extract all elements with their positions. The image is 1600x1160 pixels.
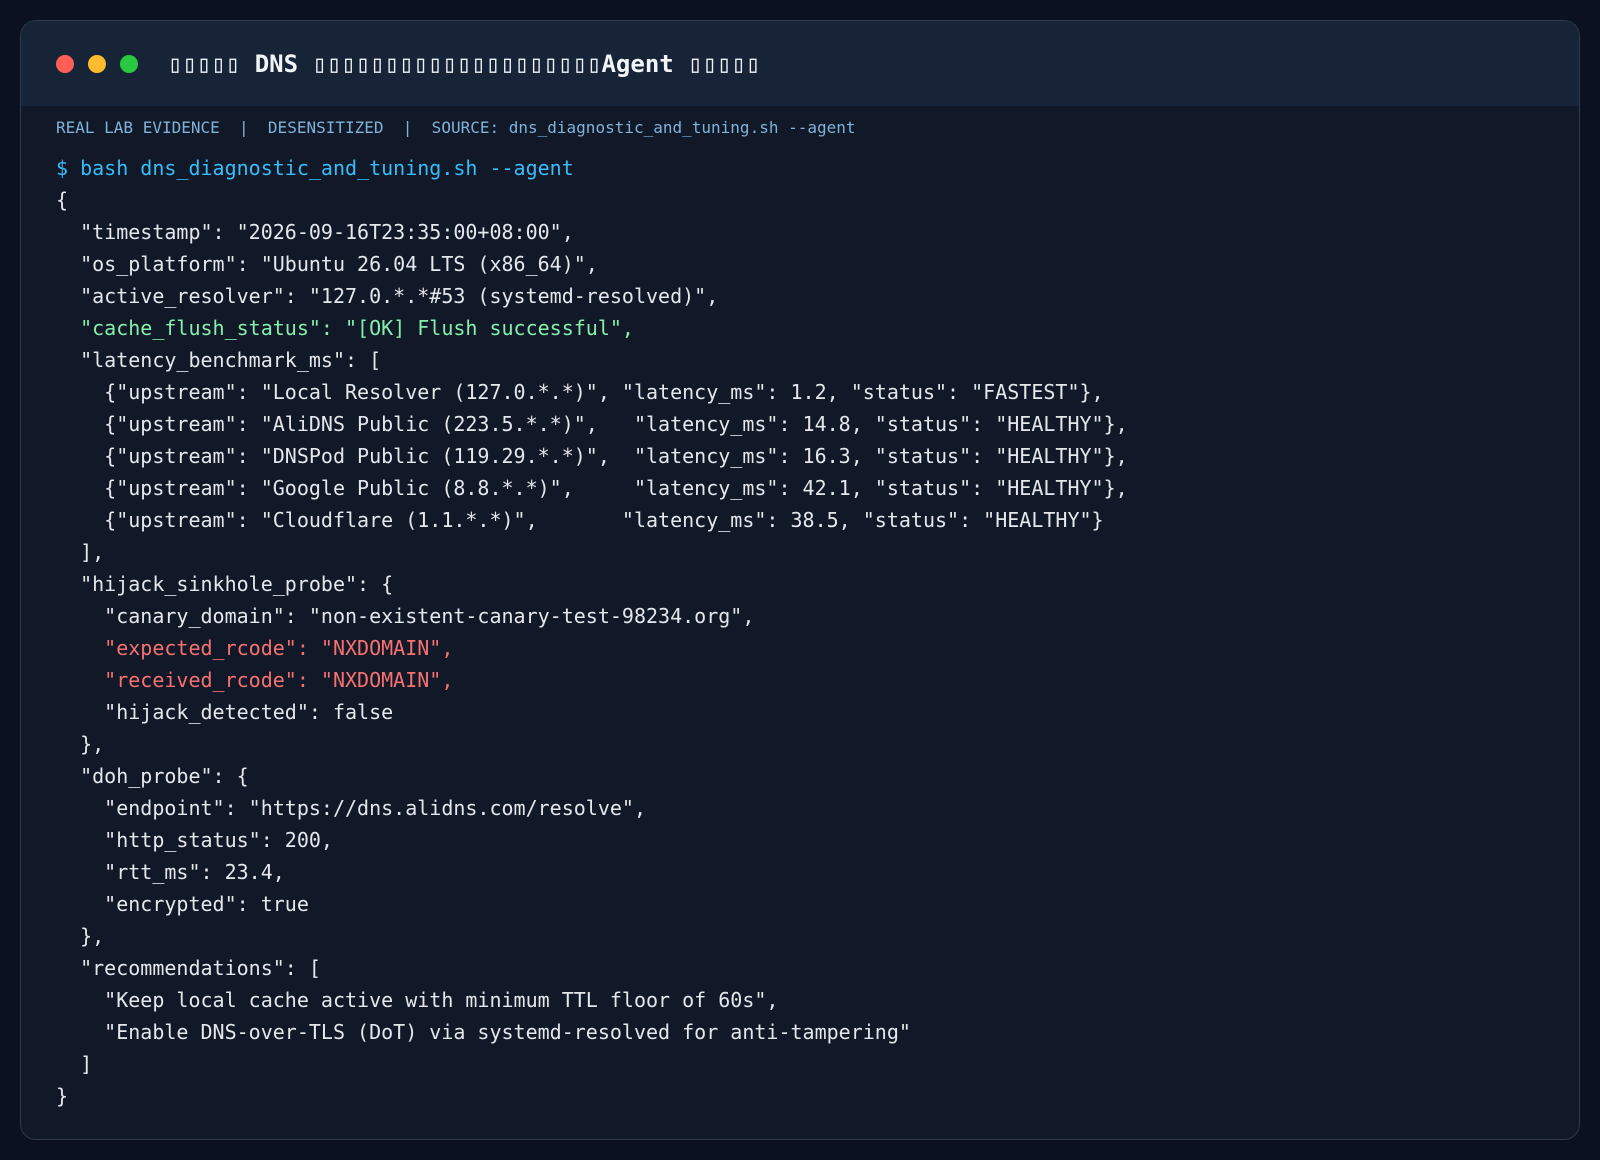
output-line: {"upstream": "AliDNS Public (223.5.*.*)"… (56, 412, 1128, 436)
output-line: "hijack_sinkhole_probe": { (56, 572, 394, 596)
terminal-window: ▯▯▯▯▯ DNS ▯▯▯▯▯▯▯▯▯▯▯▯▯▯▯▯▯▯▯▯Agent ▯▯▯▯… (20, 20, 1580, 1140)
output-line: "canary_domain": "non-existent-canary-te… (56, 604, 755, 628)
output-line: }, (56, 924, 105, 948)
output-line: "cache_flush_status": "[OK] Flush succes… (56, 316, 634, 340)
output-line: "endpoint": "https://dns.alidns.com/reso… (56, 796, 647, 820)
output-line: {"upstream": "DNSPod Public (119.29.*.*)… (56, 444, 1128, 468)
output-line: "recommendations": [ (56, 956, 321, 980)
close-button[interactable] (56, 54, 74, 73)
output-line: "os_platform": "Ubuntu 26.04 LTS (x86_64… (56, 252, 598, 276)
output-line: "rtt_ms": 23.4, (56, 860, 285, 884)
minimize-button[interactable] (88, 54, 106, 73)
evidence-meta-line: REAL LAB EVIDENCE | DESENSITIZED | SOURC… (56, 118, 856, 137)
output-line: {"upstream": "Local Resolver (127.0.*.*)… (56, 380, 1104, 404)
output-line: "expected_rcode": "NXDOMAIN", (56, 636, 454, 660)
command-line: $ bash dns_diagnostic_and_tuning.sh --ag… (56, 156, 574, 180)
maximize-button[interactable] (120, 54, 138, 73)
output-line: "doh_probe": { (56, 764, 249, 788)
output-line: {"upstream": "Google Public (8.8.*.*)", … (56, 476, 1128, 500)
output-line: "hijack_detected": false (56, 700, 394, 724)
output-line: } (56, 1084, 69, 1108)
terminal-output: $ bash dns_diagnostic_and_tuning.sh --ag… (21, 140, 1579, 1112)
output-line: {"upstream": "Cloudflare (1.1.*.*)", "la… (56, 508, 1104, 532)
json-output: { "timestamp": "2026-09-16T23:35:00+08:0… (56, 184, 1579, 1112)
output-line: { (56, 188, 69, 212)
output-line: "received_rcode": "NXDOMAIN", (56, 668, 454, 692)
output-line: "active_resolver": "127.0.*.*#53 (system… (56, 284, 719, 308)
title-bar: ▯▯▯▯▯ DNS ▯▯▯▯▯▯▯▯▯▯▯▯▯▯▯▯▯▯▯▯Agent ▯▯▯▯… (21, 21, 1579, 106)
output-line: }, (56, 732, 105, 756)
output-line: "latency_benchmark_ms": [ (56, 348, 382, 372)
output-line: "http_status": 200, (56, 828, 333, 852)
output-line: "encrypted": true (56, 892, 309, 916)
window-title: ▯▯▯▯▯ DNS ▯▯▯▯▯▯▯▯▯▯▯▯▯▯▯▯▯▯▯▯Agent ▯▯▯▯… (168, 49, 761, 78)
output-line: "Enable DNS-over-TLS (DoT) via systemd-r… (56, 1020, 911, 1044)
output-line: ] (56, 1052, 93, 1076)
output-line: "timestamp": "2026-09-16T23:35:00+08:00"… (56, 220, 574, 244)
output-line: "Keep local cache active with minimum TT… (56, 988, 779, 1012)
output-line: ], (56, 540, 105, 564)
